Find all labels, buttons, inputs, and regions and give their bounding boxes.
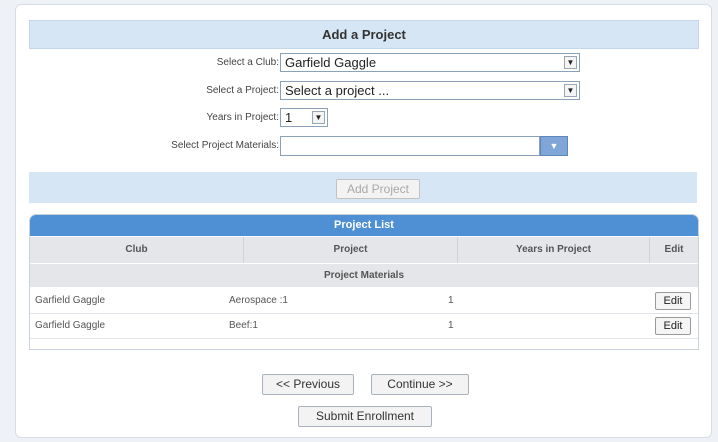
add-project-header: Add a Project [29, 20, 699, 49]
years-row: Years in Project: 1 ▼ [16, 108, 711, 130]
row-club: Garfield Gaggle [35, 295, 106, 306]
chevron-down-icon[interactable]: ▼ [312, 111, 325, 124]
column-header-years: Years in Project [458, 237, 650, 263]
materials-input[interactable] [280, 136, 540, 156]
club-label: Select a Club: [216, 57, 279, 68]
row-project: Aerospace :1 [229, 295, 288, 306]
previous-button[interactable]: << Previous [262, 374, 354, 395]
chevron-down-icon[interactable]: ▼ [540, 136, 568, 156]
project-label: Select a Project: [206, 85, 279, 96]
years-select[interactable]: 1 ▼ [280, 108, 328, 127]
project-materials-header: Project Materials [30, 264, 698, 287]
years-select-value: 1 [285, 110, 293, 125]
club-select[interactable]: Garfield Gaggle ▼ [280, 53, 580, 72]
row-club: Garfield Gaggle [35, 320, 106, 331]
project-list-title: Project List [30, 215, 698, 236]
chevron-down-icon[interactable]: ▼ [564, 56, 577, 69]
row-years: 1 [448, 295, 454, 306]
row-project: Beef:1 [229, 320, 258, 331]
edit-button[interactable]: Edit [655, 317, 691, 335]
enrollment-panel: Add a Project Select a Club: Garfield Ga… [15, 4, 712, 438]
row-years: 1 [448, 320, 454, 331]
club-row: Select a Club: Garfield Gaggle ▼ [16, 53, 711, 75]
column-header-edit: Edit [650, 237, 698, 263]
continue-button[interactable]: Continue >> [371, 374, 469, 395]
add-project-button[interactable]: Add Project [336, 179, 420, 199]
table-row: Garfield Gaggle Beef:1 1 Edit [30, 314, 698, 339]
club-select-value: Garfield Gaggle [285, 55, 377, 70]
project-select[interactable]: Select a project ... ▼ [280, 81, 580, 100]
years-label: Years in Project: [206, 112, 279, 123]
materials-row: Select Project Materials: ▼ [16, 136, 711, 158]
materials-label: Select Project Materials: [171, 140, 279, 151]
chevron-down-icon[interactable]: ▼ [564, 84, 577, 97]
project-row: Select a Project: Select a project ... ▼ [16, 81, 711, 103]
project-select-value: Select a project ... [285, 83, 390, 98]
table-row: Garfield Gaggle Aerospace :1 1 Edit [30, 289, 698, 314]
project-list: Project List Club Project Years in Proje… [29, 214, 699, 350]
edit-button[interactable]: Edit [655, 292, 691, 310]
column-header-club: Club [30, 237, 244, 263]
add-project-bar: Add Project [29, 172, 697, 203]
submit-enrollment-button[interactable]: Submit Enrollment [298, 406, 432, 427]
column-header-project: Project [244, 237, 458, 263]
